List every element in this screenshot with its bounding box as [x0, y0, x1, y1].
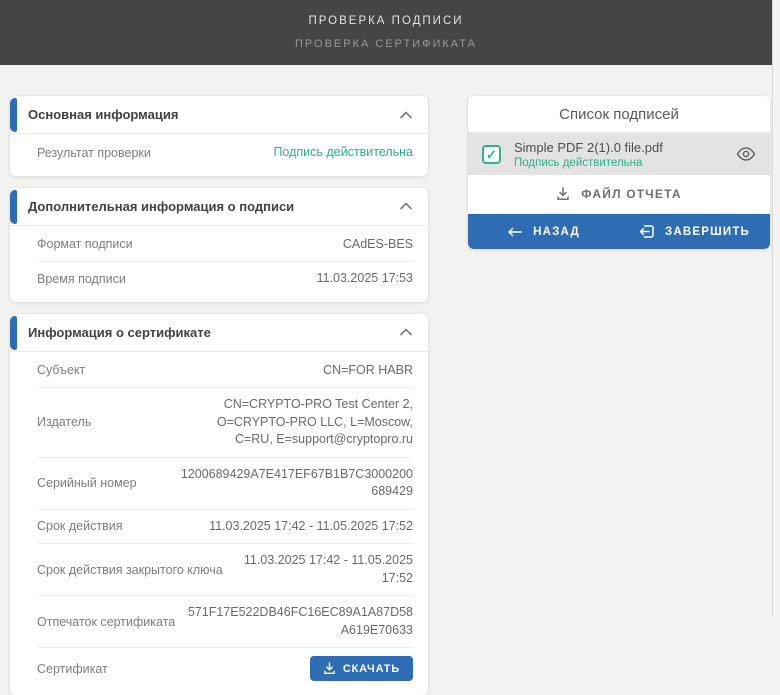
- checkmark-icon: ✓: [486, 148, 497, 161]
- card-title: Информация о сертификате: [28, 325, 400, 340]
- row-check-result: Результат проверки Подпись действительна: [37, 136, 413, 170]
- card-basic-info-header[interactable]: Основная информация: [10, 96, 428, 134]
- row-label: Субъект: [37, 363, 85, 377]
- row-label: Срок действия закрытого ключа: [37, 563, 223, 577]
- accent-bar: [10, 190, 17, 224]
- row-label: Сертификат: [37, 662, 108, 676]
- row-value: 11.03.2025 17:42 - 11.05.2025 17:52: [209, 518, 413, 536]
- chevron-up-icon[interactable]: [400, 111, 412, 119]
- row-signature-time: Время подписи 11.03.2025 17:53: [37, 261, 413, 296]
- finish-button-label: ЗАВЕРШИТЬ: [665, 226, 750, 238]
- row-label: Срок действия: [37, 519, 122, 533]
- exit-icon: [639, 225, 654, 238]
- chevron-up-icon[interactable]: [400, 202, 412, 210]
- card-title: Основная информация: [28, 107, 400, 122]
- signature-filename: Simple PDF 2(1).0 file.pdf: [514, 140, 723, 155]
- row-value: 571F17E522DB46FC16EC89A1A87D58A619E70633: [187, 604, 413, 639]
- download-certificate-button[interactable]: СКАЧАТЬ: [310, 656, 413, 681]
- card-certificate-info-body: Субъект CN=FOR HABR Издатель CN=CRYPTO-P…: [10, 352, 428, 695]
- card-signature-info: Дополнительная информация о подписи Форм…: [10, 188, 428, 302]
- back-button-label: НАЗАД: [533, 226, 580, 238]
- scrollbar[interactable]: [772, 0, 780, 616]
- signature-checkbox[interactable]: ✓: [482, 145, 501, 164]
- row-value: 1200689429A7E417EF67B1B7C3000200689429: [176, 466, 413, 501]
- card-basic-info: Основная информация Результат проверки П…: [10, 96, 428, 176]
- card-signature-info-body: Формат подписи CAdES-BES Время подписи 1…: [10, 226, 428, 302]
- signature-item-text: Simple PDF 2(1).0 file.pdf Подпись дейст…: [514, 140, 723, 169]
- panel-footer: НАЗАД ЗАВЕРШИТЬ: [468, 214, 770, 249]
- accent-bar: [10, 98, 17, 132]
- card-title: Дополнительная информация о подписи: [28, 199, 400, 214]
- signatures-panel-title: Список подписей: [468, 96, 770, 133]
- report-file-label: ФАЙЛ ОТЧЕТА: [581, 187, 682, 201]
- signature-list-item[interactable]: ✓ Simple PDF 2(1).0 file.pdf Подпись дей…: [468, 133, 770, 175]
- view-signature-button[interactable]: [736, 147, 756, 161]
- arrow-left-icon: [507, 227, 522, 237]
- report-file-button[interactable]: ФАЙЛ ОТЧЕТА: [468, 175, 770, 214]
- row-value: CAdES-BES: [343, 236, 413, 254]
- row-label: Серийный номер: [37, 476, 137, 490]
- accent-bar: [10, 316, 17, 350]
- signature-status: Подпись действительна: [514, 157, 723, 169]
- status-value: Подпись действительна: [273, 144, 413, 162]
- card-certificate-info: Информация о сертификате Субъект CN=FOR …: [10, 314, 428, 695]
- row-signature-format: Формат подписи CAdES-BES: [37, 228, 413, 262]
- download-icon: [556, 187, 570, 201]
- row-serial-number: Серийный номер 1200689429A7E417EF67B1B7C…: [37, 457, 413, 509]
- signatures-panel: Список подписей ✓ Simple PDF 2(1).0 file…: [468, 96, 770, 249]
- row-thumbprint: Отпечаток сертификата 571F17E522DB46FC16…: [37, 595, 413, 647]
- row-subject: Субъект CN=FOR HABR: [37, 354, 413, 388]
- row-value: 11.03.2025 17:42 - 11.05.2025 17:52: [235, 552, 413, 587]
- card-signature-info-header[interactable]: Дополнительная информация о подписи: [10, 188, 428, 226]
- row-label: Формат подписи: [37, 237, 133, 251]
- row-certificate-download: Сертификат СКАЧАТЬ: [37, 647, 413, 689]
- row-private-key-validity: Срок действия закрытого ключа 11.03.2025…: [37, 543, 413, 595]
- finish-button[interactable]: ЗАВЕРШИТЬ: [619, 214, 770, 249]
- content-area: Основная информация Результат проверки П…: [0, 65, 780, 695]
- download-icon: [323, 662, 336, 675]
- row-issuer: Издатель CN=CRYPTO-PRO Test Center 2, O=…: [37, 387, 413, 457]
- signatures-column: Список подписей ✓ Simple PDF 2(1).0 file…: [468, 96, 770, 249]
- card-certificate-info-header[interactable]: Информация о сертификате: [10, 314, 428, 352]
- page-subtitle[interactable]: ПРОВЕРКА СЕРТИФИКАТА: [295, 38, 477, 50]
- row-label: Издатель: [37, 415, 91, 429]
- page-title: ПРОВЕРКА ПОДПИСИ: [308, 15, 463, 27]
- back-button[interactable]: НАЗАД: [468, 214, 619, 249]
- row-label: Время подписи: [37, 272, 126, 286]
- app-header: ПРОВЕРКА ПОДПИСИ ПРОВЕРКА СЕРТИФИКАТА: [0, 0, 772, 65]
- row-label: Отпечаток сертификата: [37, 615, 175, 629]
- row-label: Результат проверки: [37, 146, 151, 160]
- download-certificate-label: СКАЧАТЬ: [343, 663, 400, 675]
- eye-icon: [736, 147, 756, 161]
- row-value: 11.03.2025 17:53: [317, 270, 413, 288]
- row-value: CN=CRYPTO-PRO Test Center 2, O=CRYPTO-PR…: [176, 396, 413, 449]
- row-validity-period: Срок действия 11.03.2025 17:42 - 11.05.2…: [37, 509, 413, 544]
- details-column: Основная информация Результат проверки П…: [10, 96, 428, 695]
- chevron-up-icon[interactable]: [400, 328, 412, 336]
- card-basic-info-body: Результат проверки Подпись действительна: [10, 134, 428, 176]
- row-value: CN=FOR HABR: [323, 362, 413, 380]
